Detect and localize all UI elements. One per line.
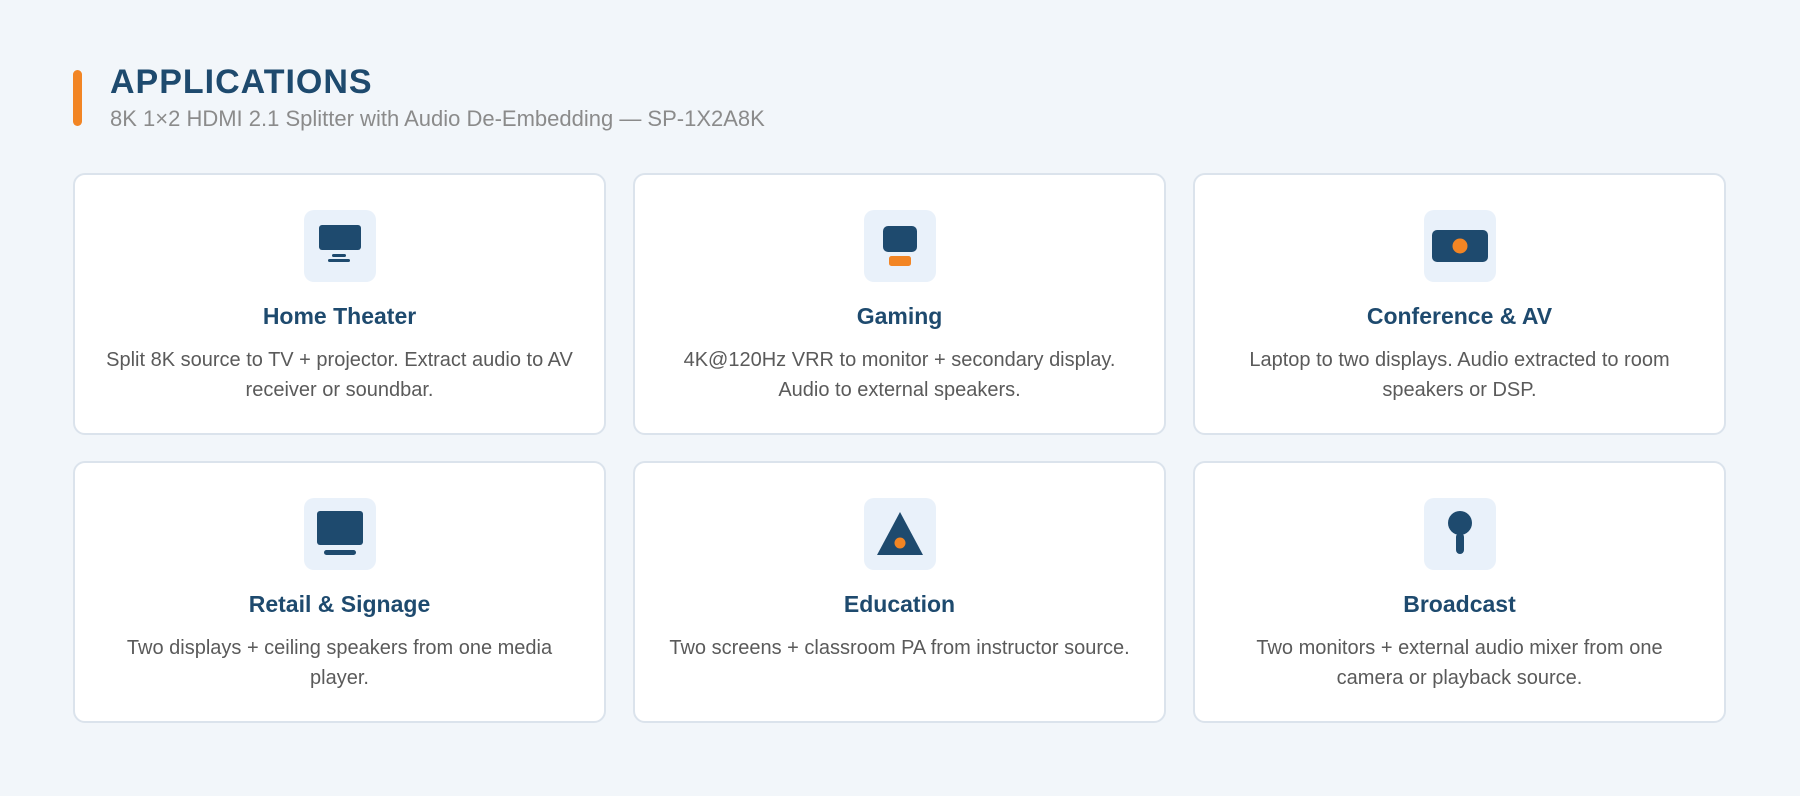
card-broadcast: Broadcast Two monitors + external audio … <box>1193 461 1726 723</box>
card-description: Two displays + ceiling speakers from one… <box>126 637 553 689</box>
card-title: Education <box>843 591 956 617</box>
applications-grid: Home Theater Split 8K source to TV + pro… <box>73 173 1726 723</box>
card-description: Two screens + classroom PA from instruct… <box>669 637 1130 659</box>
card-education: Education Two screens + classroom PA fro… <box>633 461 1166 723</box>
gamepad-icon <box>863 210 936 282</box>
section-header: APPLICATIONS 8K 1×2 HDMI 2.1 Splitter wi… <box>73 62 1728 132</box>
card-title: Gaming <box>856 303 943 329</box>
applications-section: APPLICATIONS 8K 1×2 HDMI 2.1 Splitter wi… <box>73 62 1728 723</box>
accent-bar <box>73 70 82 126</box>
card-title: Conference & AV <box>1366 303 1553 329</box>
card-description: Two monitors + external audio mixer from… <box>1256 637 1663 689</box>
page-subtitle: 8K 1×2 HDMI 2.1 Splitter with Audio De-E… <box>110 106 765 131</box>
microphone-icon <box>1423 498 1496 570</box>
card-title: Retail & Signage <box>248 591 431 617</box>
card-gaming: Gaming 4K@120Hz VRR to monitor + seconda… <box>633 173 1166 435</box>
card-title: Home Theater <box>262 303 417 329</box>
display-icon <box>303 498 376 570</box>
card-description: 4K@120Hz VRR to monitor + secondary disp… <box>683 349 1116 401</box>
card-retail-signage: Retail & Signage Two displays + ceiling … <box>73 461 606 723</box>
card-description: Split 8K source to TV + projector. Extra… <box>106 349 573 401</box>
page-title: APPLICATIONS <box>110 63 373 101</box>
card-title: Broadcast <box>1403 591 1516 617</box>
monitor-icon <box>303 210 376 282</box>
card-home-theater: Home Theater Split 8K source to TV + pro… <box>73 173 606 435</box>
projector-icon <box>1423 210 1496 282</box>
triangle-icon <box>863 498 936 570</box>
card-description: Laptop to two displays. Audio extracted … <box>1249 349 1670 401</box>
card-conference-av: Conference & AV Laptop to two displays. … <box>1193 173 1726 435</box>
